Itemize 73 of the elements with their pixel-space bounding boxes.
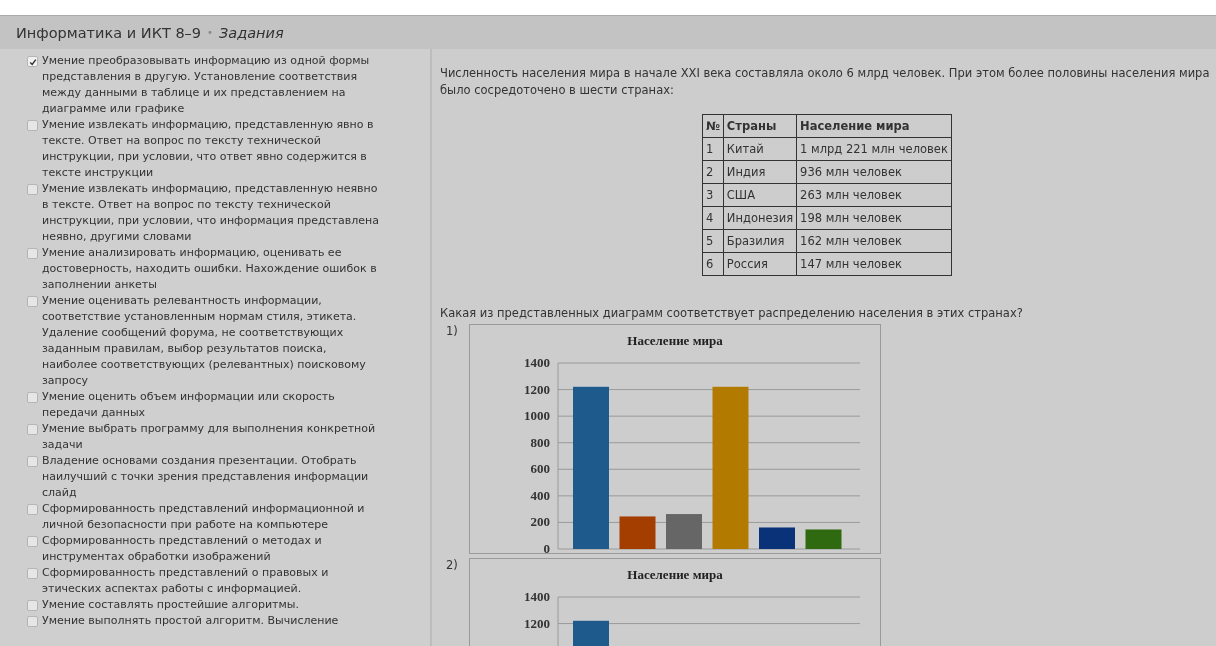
skill-label: Владение основами создания презентации. Отобрать наилучший с точки зрения представления информации слайд [42, 453, 370, 501]
skill-label: Умение преобразовывать информацию из одной формы представления в другую. Установление соответствия между данными в таблице и их представлением на диаграмме или графике [42, 53, 371, 117]
bar [805, 529, 842, 549]
table-cell: 198 млн человек [796, 206, 952, 230]
axis-tick-label: 1400 [523, 355, 550, 370]
axis-tick-label: 800 [530, 434, 550, 450]
table-cell: Индонезия [723, 206, 797, 230]
skill-label: Умение анализировать информацию, оценивать ее достоверность, находить ошибки. Нахождение ошибок в заполнении анкеты [42, 245, 378, 293]
axis-tick-label: 1200 [523, 615, 550, 631]
skill-label: Умение оценить объем информации или скорость передачи данных [42, 389, 336, 421]
table-cell: 6 [702, 252, 724, 276]
axis-tick-label: 200 [530, 514, 550, 530]
column-header: Страны [723, 114, 797, 138]
bar [758, 527, 795, 549]
table-cell: 1 [702, 137, 724, 161]
table-cell: Китай [723, 137, 797, 161]
checkbox[interactable] [27, 504, 38, 515]
checkbox[interactable] [27, 616, 38, 627]
table-cell: США [723, 183, 797, 207]
skill-label: Умение выбрать программу для выполнения конкретной задачи [42, 421, 377, 453]
bar [665, 514, 702, 549]
axis-tick-label: 400 [530, 487, 550, 503]
skill-label: Умение извлекать информацию, представленную явно в тексте. Ответ на вопрос по тексту технической инструкции, при условии, что ответ явно содержится в тексте инструкции [42, 117, 375, 181]
skill-label: Умение извлекать информацию, представленную неявно в тексте. Ответ на вопрос по тексту технической инструкции, при условии, что информация представлена неявно, другими словами [42, 181, 380, 245]
skill-label: Умение оценивать релевантность информации, соответствие установленным нормам стиля, этикета. Удаление сообщений форума, не соответствующих заданным правилам, выбор результатов поиска, наиболее соответствующих (релевантных) поисковому запросу [42, 293, 367, 389]
skill-label: Сформированность представлений информационной и личной безопасности при работе на компьютере [42, 501, 366, 533]
table-cell: Индия [723, 160, 797, 184]
table-cell: 147 млн человек [796, 252, 952, 276]
table-cell: 2 [702, 160, 724, 184]
axis-tick-label: 0 [543, 541, 550, 553]
checkbox[interactable] [27, 120, 38, 131]
axis-tick-label: 1200 [523, 381, 550, 397]
bar [619, 516, 656, 549]
checkbox[interactable] [27, 456, 38, 467]
section-title: Задания [219, 24, 284, 41]
checkbox[interactable] [27, 248, 38, 259]
breadcrumb-separator: • [207, 27, 213, 38]
checkbox[interactable] [27, 184, 38, 195]
chart-title: Население мира [627, 333, 723, 348]
skill-label: Умение составлять простейшие алгоритмы. [42, 597, 300, 613]
table-cell: 936 млн человек [796, 160, 952, 184]
table-cell: 263 млн человек [796, 183, 952, 207]
table-cell: 3 [702, 183, 724, 207]
option-number: 2) [446, 558, 458, 574]
question-text: Какая из представленных диаграмм соответствует распределению населения в этих странах? [440, 306, 1024, 320]
skill-label: Сформированность представлений о методах и инструментах обработки изображений [42, 533, 323, 565]
checkbox[interactable] [27, 424, 38, 435]
bar-chart[interactable]: Население мира 0 200 400 600 800 1000 1200 1400 [468, 324, 881, 554]
option-number: 1) [446, 324, 458, 340]
table-cell: Россия [723, 252, 797, 276]
checkbox[interactable] [27, 296, 38, 307]
column-header: № [702, 114, 724, 138]
table-cell: Бразилия [723, 229, 797, 253]
table-cell: 162 млн человек [796, 229, 952, 253]
axis-tick-label: 1400 [523, 589, 550, 604]
task-text: Численность населения мира в начале XXI века составляла около 6 млрд человек. При этом более половины населения мира было сосредоточено в шести странах: [440, 65, 1211, 99]
axis-tick-label: 1000 [523, 408, 550, 424]
course-title[interactable]: Информатика и ИКТ 8–9 [16, 24, 202, 41]
bar-chart[interactable]: Население мира 1200 1400 [468, 558, 881, 646]
checkbox[interactable] [27, 600, 38, 611]
checkbox[interactable] [27, 536, 38, 547]
checkbox[interactable] [27, 56, 38, 67]
checkbox[interactable] [27, 568, 38, 579]
skill-label: Сформированность представлений о правовых и этических аспектах работы с информацией. [42, 565, 330, 597]
chart-title: Население мира [627, 567, 723, 582]
bar [572, 620, 609, 646]
column-header: Население мира [796, 114, 952, 138]
axis-tick-label: 600 [530, 461, 550, 477]
checkbox[interactable] [27, 392, 38, 403]
table-cell: 4 [702, 206, 724, 230]
table-cell: 5 [702, 229, 724, 253]
table-cell: 1 млрд 221 млн человек [796, 137, 952, 161]
skill-label: Умение выполнять простой алгоритм. Вычисление [42, 613, 340, 629]
